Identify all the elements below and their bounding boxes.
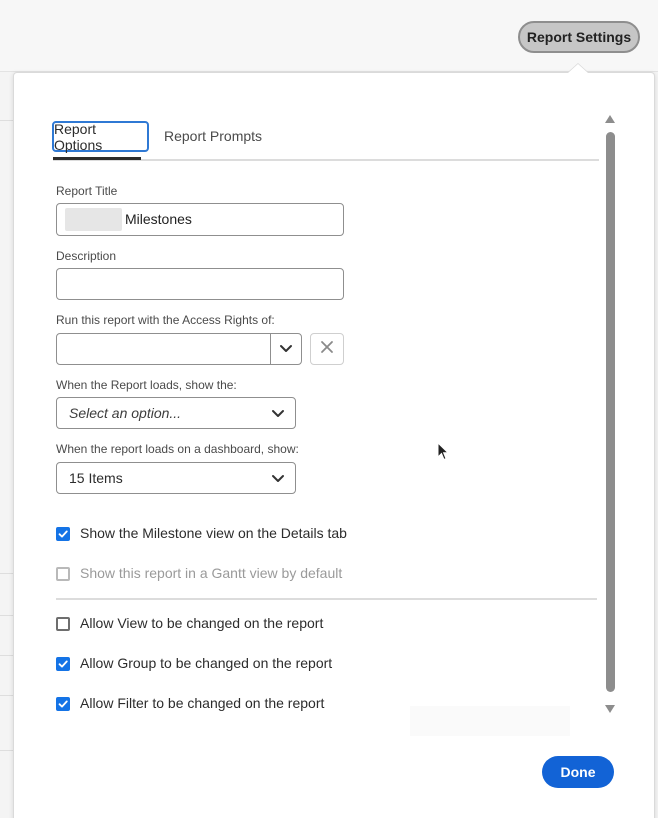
chevron-down-icon xyxy=(271,471,285,485)
allow-filter-change-checkbox[interactable] xyxy=(56,697,70,711)
background-row-divider xyxy=(0,615,14,616)
active-tab-indicator xyxy=(53,157,141,160)
done-button[interactable]: Done xyxy=(542,756,614,788)
background-row-divider xyxy=(0,695,14,696)
chevron-down-icon[interactable] xyxy=(278,340,294,356)
background-row-divider xyxy=(0,655,14,656)
report-loads-placeholder: Select an option... xyxy=(69,405,182,421)
allow-view-change-checkbox[interactable] xyxy=(56,617,70,631)
faded-background-element xyxy=(410,706,570,736)
gantt-view-checkbox xyxy=(56,567,70,581)
chevron-down-icon xyxy=(271,406,285,420)
section-divider xyxy=(56,598,597,600)
allow-group-change-label: Allow Group to be changed on the report xyxy=(80,655,333,671)
allow-group-change-checkbox[interactable] xyxy=(56,657,70,671)
milestone-view-checkbox[interactable] xyxy=(56,527,70,541)
dashboard-loads-value: 15 Items xyxy=(69,470,123,486)
checkmark-icon xyxy=(58,700,68,708)
tab-report-prompts[interactable]: Report Prompts xyxy=(164,128,262,144)
description-input[interactable] xyxy=(56,268,344,300)
milestone-view-label: Show the Milestone view on the Details t… xyxy=(80,525,347,541)
scroll-up-arrow[interactable] xyxy=(605,115,615,123)
report-settings-button[interactable]: Report Settings xyxy=(518,21,640,53)
mouse-cursor-icon xyxy=(437,441,450,462)
report-loads-select[interactable]: Select an option... xyxy=(56,397,296,429)
scroll-down-arrow[interactable] xyxy=(605,705,615,713)
scrollbar-thumb[interactable] xyxy=(606,132,615,692)
clear-access-rights-button[interactable] xyxy=(310,333,344,365)
close-icon xyxy=(320,340,334,359)
access-rights-combobox[interactable] xyxy=(56,333,302,365)
checkmark-icon xyxy=(58,660,68,668)
combobox-separator xyxy=(270,334,271,364)
allow-view-change-label: Allow View to be changed on the report xyxy=(80,615,324,631)
background-row-divider xyxy=(0,120,14,121)
description-label: Description xyxy=(56,249,117,263)
checkmark-icon xyxy=(58,530,68,538)
gantt-view-label: Show this report in a Gantt view by defa… xyxy=(80,565,343,581)
popover-arrow xyxy=(568,64,588,73)
tab-report-options[interactable]: Report Options xyxy=(52,121,149,153)
redacted-title-prefix xyxy=(65,208,122,231)
dashboard-loads-select[interactable]: 15 Items xyxy=(56,462,296,494)
allow-filter-change-label: Allow Filter to be changed on the report xyxy=(80,695,325,711)
background-row-divider xyxy=(0,750,14,751)
report-loads-label: When the Report loads, show the: xyxy=(56,378,237,392)
dashboard-loads-label: When the report loads on a dashboard, sh… xyxy=(56,442,299,456)
report-title-value: Milestones xyxy=(125,211,192,227)
access-rights-label: Run this report with the Access Rights o… xyxy=(56,313,275,327)
background-row-divider xyxy=(0,573,14,574)
report-title-label: Report Title xyxy=(56,184,118,198)
